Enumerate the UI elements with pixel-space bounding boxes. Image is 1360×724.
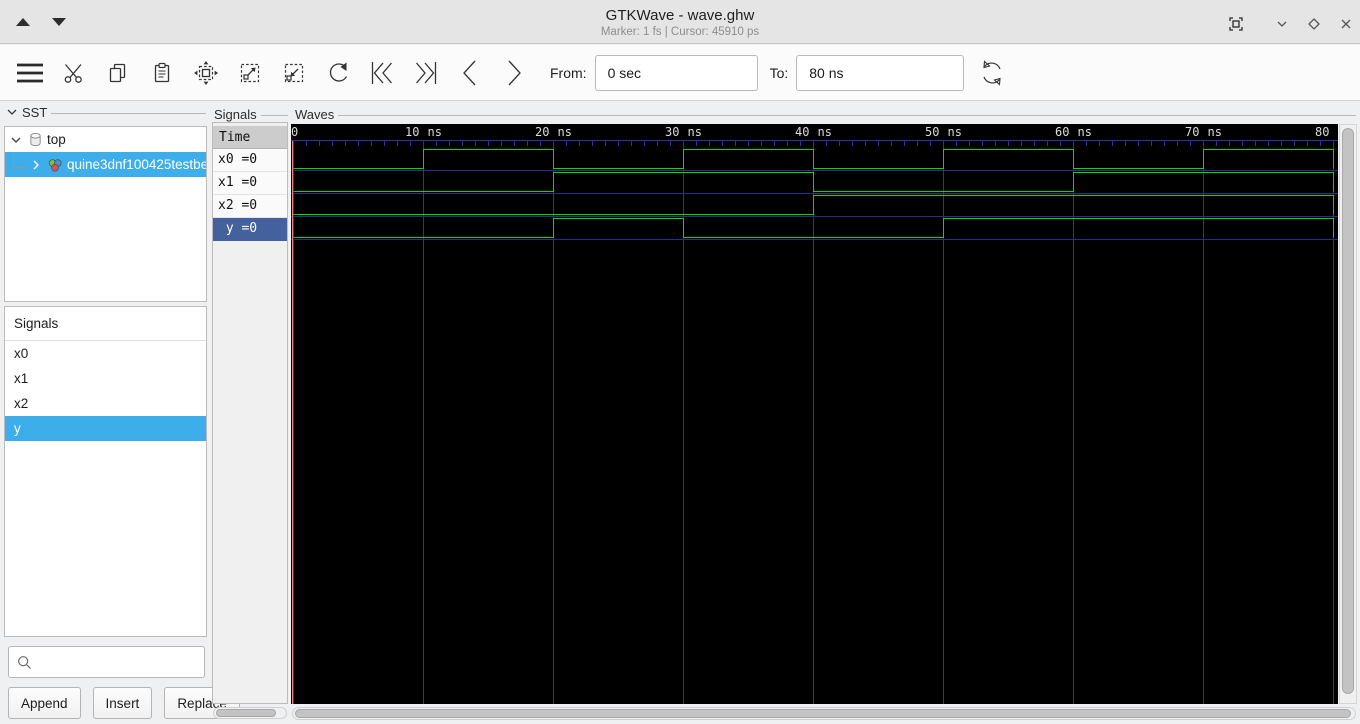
signal-action-buttons: Append Insert Replace [8,687,240,719]
copy-icon [109,63,126,82]
wave-signal-value: =0 [233,221,258,236]
sst-tree-item-top[interactable]: top [5,127,206,152]
fullscreen-icon [1229,17,1243,31]
wave-signal-name: x0 [218,152,234,167]
chevron-left-icon [463,60,476,85]
insert-button[interactable]: Insert [92,687,153,719]
sst-label: SST [22,104,48,120]
titlebar: GTKWave - wave.ghw Marker: 1 fs | Cursor… [0,0,1360,44]
wave-signal-value: =0 [233,152,258,167]
waveform-svg [291,140,1338,704]
wave-signal-row-y[interactable]: y =0 [213,218,287,241]
maximize-button[interactable] [1304,14,1324,34]
shift-left-button[interactable] [448,51,492,95]
go-to-start-button[interactable] [360,51,404,95]
append-button[interactable]: Append [8,687,81,719]
minimize-button[interactable] [1272,14,1292,34]
signals-list-header: Signals [5,307,206,341]
wave-names-frame-label: Signals [214,106,288,122]
wave-signal-name: x2 [218,198,234,213]
go-to-end-button[interactable] [404,51,448,95]
marker-cursor-status: Marker: 1 fs | Cursor: 45910 ps [600,26,760,38]
wave-signal-row-x1[interactable]: x1 =0 [213,172,287,195]
time-header[interactable]: Time [213,126,287,149]
wave-names-hscrollbar[interactable] [213,707,287,719]
shift-right-button[interactable] [492,51,536,95]
undo-arrow-icon [329,62,348,82]
wave-names-label: Signals [214,106,257,122]
gtkwave-window: GTKWave - wave.ghw Marker: 1 fs | Cursor… [0,0,1360,724]
chevron-down-icon [1277,21,1287,27]
diamond-icon [1308,18,1320,30]
wave-signal-row-x2[interactable]: x2 =0 [213,195,287,218]
zoom-in-icon [240,63,260,82]
zoom-fit-icon [194,60,218,85]
waveform-canvas[interactable]: 010ns20ns30ns40ns50ns60ns70ns80ns [291,124,1338,704]
menu-button[interactable] [8,51,52,95]
wave-signal-value: =0 [233,175,258,190]
waves-vscrollbar-thumb[interactable] [1342,128,1354,694]
waveform-trace-x0[interactable] [293,149,1334,169]
skip-to-end-icon [416,61,437,84]
close-button[interactable] [1336,14,1356,34]
search-input[interactable] [33,654,198,670]
signal-search-box[interactable] [8,646,205,678]
clipboard-paste-icon [154,62,170,82]
module-icon [46,157,64,173]
zoom-out-icon [284,63,304,82]
sst-frame-label: SST [6,104,206,120]
wave-signal-name: x1 [218,175,234,190]
wave-signal-name: y [225,221,234,236]
waves-frame-label: Waves [295,106,1356,122]
zoom-in-button[interactable] [228,51,272,95]
wave-names-hscrollbar-thumb[interactable] [216,709,276,717]
wave-signal-value: =0 [233,198,258,213]
signal-list-item-x2[interactable]: x2 [5,391,206,416]
hamburger-menu-icon [17,63,43,82]
expander-open-icon[interactable] [8,132,24,148]
to-input[interactable] [796,54,965,91]
waves-hscrollbar[interactable] [292,707,1356,720]
tree-guide-line [13,153,25,168]
fullscreen-button[interactable] [1226,14,1246,34]
reload-icon [983,59,1001,86]
tree-item-label: top [47,132,66,147]
chevron-right-icon [508,60,521,85]
waveform-trace-x1[interactable] [293,172,1334,192]
undo-button[interactable] [316,51,360,95]
zoom-fit-button[interactable] [184,51,228,95]
search-icon [18,656,31,669]
cut-button[interactable] [52,51,96,95]
waveform-trace-x2[interactable] [293,195,1334,215]
wave-signal-row-x0[interactable]: x0 =0 [213,149,287,172]
reload-button[interactable] [970,51,1014,95]
toolbar: From: To: [0,45,1360,101]
window-title: GTKWave - wave.ghw [605,7,755,24]
paste-button[interactable] [140,51,184,95]
to-label: To: [769,64,789,81]
close-icon [1341,19,1351,29]
tree-item-label: quine3dnf100425testbe [67,157,206,172]
signal-list-item-y[interactable]: y [5,416,206,441]
zoom-out-button[interactable] [272,51,316,95]
from-label: From: [550,64,587,81]
from-input[interactable] [594,54,758,91]
waves-hscrollbar-thumb[interactable] [295,709,1351,718]
waves-vscrollbar[interactable] [1339,124,1357,704]
database-icon [26,132,44,148]
sst-tree-item-quine3dnf100425testbe[interactable]: quine3dnf100425testbe [5,152,206,177]
signal-list-item-x1[interactable]: x1 [5,366,206,391]
expander-closed-icon[interactable] [28,157,44,173]
wave-names-panel: Time x0 =0 x1 =0 x2 =0 y =0 [212,122,288,704]
copy-button[interactable] [96,51,140,95]
signal-search-results-panel: Signals x0 x1 x2 y [4,306,207,637]
scissors-icon [64,63,82,83]
sst-tree-panel: top quine3dnf100425testbe [4,126,207,302]
signal-list-item-x0[interactable]: x0 [5,341,206,366]
collapse-chevron-icon[interactable] [6,106,18,118]
waves-label: Waves [295,106,335,122]
skip-to-start-icon [371,61,392,84]
